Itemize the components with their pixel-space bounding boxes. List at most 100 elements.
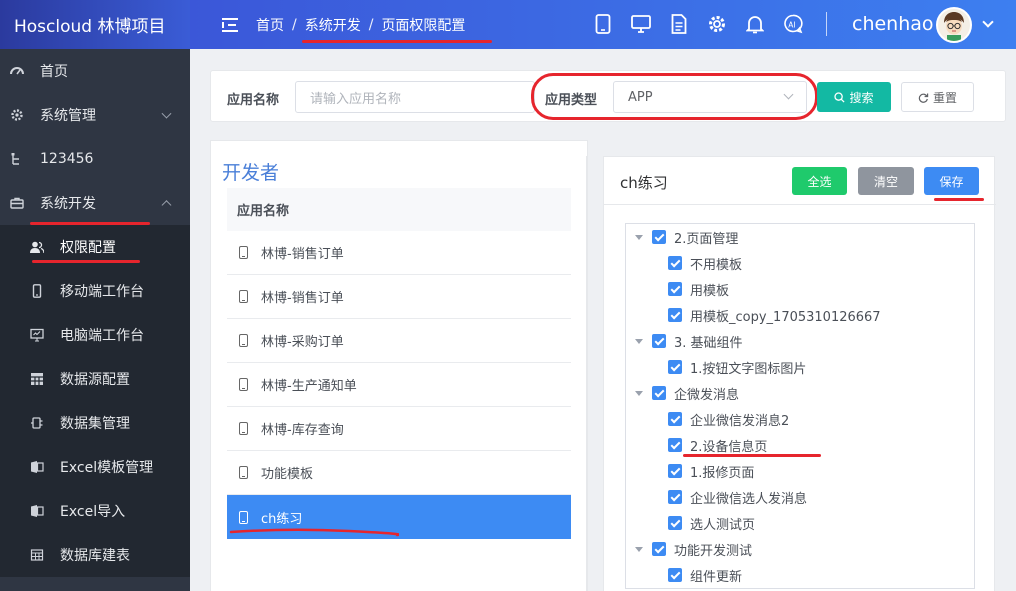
grid-icon [30, 372, 44, 386]
checkbox-checked[interactable] [668, 256, 682, 270]
document-icon[interactable] [668, 13, 690, 35]
avatar[interactable] [936, 7, 972, 43]
caret-down-icon[interactable] [635, 390, 643, 396]
sidebar-item-excel-import[interactable]: Excel导入 [0, 489, 190, 533]
ai-icon[interactable]: AI [782, 13, 804, 35]
sidebar-item-pc-workbench[interactable]: 电脑端工作台 [0, 313, 190, 357]
table-icon [30, 548, 44, 562]
panel-divider [586, 156, 587, 591]
tree-node[interactable]: 用模板 [668, 278, 729, 300]
sidebar-item-label: 数据库建表 [60, 548, 130, 564]
sidebar-item-label: 数据集管理 [60, 416, 130, 432]
checkbox-checked[interactable] [668, 568, 682, 582]
tree-node-label: 用模板_copy_1705310126667 [690, 309, 881, 325]
sidebar-item-home[interactable]: 首页 [0, 49, 190, 93]
annotation-underline [934, 198, 984, 201]
reset-button[interactable]: 重置 [901, 82, 974, 112]
app-name-input[interactable]: 请输入应用名称 [295, 81, 535, 113]
tree-node[interactable]: 1.报修页面 [668, 460, 754, 482]
app-name: ch练习 [261, 511, 303, 527]
sidebar-item-mobile-workbench[interactable]: 移动端工作台 [0, 269, 190, 313]
settings-icon[interactable] [706, 13, 728, 35]
table-row[interactable]: 林博-采购订单 [227, 319, 571, 363]
checkbox-checked[interactable] [668, 360, 682, 374]
tree-node[interactable]: 企业微信发消息2 [668, 408, 789, 430]
mobile-icon [239, 246, 248, 259]
checkbox-checked[interactable] [652, 542, 666, 556]
chevron-down-icon [161, 108, 172, 119]
monitor-icon[interactable] [630, 13, 652, 35]
table-row[interactable]: 林博-生产通知单 [227, 363, 571, 407]
tree-node[interactable]: 企业微信选人发消息 [668, 486, 807, 508]
checkbox-checked[interactable] [668, 490, 682, 504]
bell-icon[interactable] [744, 13, 766, 35]
tree-node[interactable]: 不用模板 [668, 252, 742, 274]
svg-text:AI: AI [788, 21, 795, 30]
tree-node-label: 企微发消息 [674, 387, 740, 403]
chevron-down-icon[interactable] [982, 16, 994, 28]
breadcrumb-home[interactable]: 首页 [256, 15, 284, 35]
checkbox-checked[interactable] [668, 412, 682, 426]
table-header: 应用名称 [227, 188, 571, 231]
username[interactable]: chenhao [852, 13, 934, 35]
dashboard-icon [10, 64, 24, 78]
mobile-icon [239, 290, 248, 303]
sidebar-item-system-development[interactable]: 系统开发 [0, 181, 190, 225]
checkbox-checked[interactable] [668, 308, 682, 322]
tree-node[interactable]: 用模板_copy_1705310126667 [668, 304, 881, 326]
table-row[interactable]: 林博-销售订单 [227, 275, 571, 319]
mobile-icon [239, 334, 248, 347]
sidebar-item-excel-template[interactable]: Excel模板管理 [0, 445, 190, 489]
checkbox-checked[interactable] [668, 438, 682, 452]
clear-button[interactable]: 清空 [858, 167, 914, 195]
mobile-icon [239, 510, 248, 524]
sidebar-item-label: Excel模板管理 [60, 460, 154, 476]
sidebar-item-dataset-management[interactable]: 数据集管理 [0, 401, 190, 445]
table-row[interactable]: 林博-销售订单 [227, 231, 571, 275]
tree-node[interactable]: 组件更新 [668, 564, 742, 586]
checkbox-checked[interactable] [668, 464, 682, 478]
checkbox-checked[interactable] [652, 334, 666, 348]
tree-node[interactable]: 功能开发测试 [635, 538, 752, 560]
select-all-button[interactable]: 全选 [792, 167, 847, 195]
caret-down-icon[interactable] [635, 234, 643, 240]
sidebar-item-system-management[interactable]: 系统管理 [0, 93, 190, 137]
caret-down-icon[interactable] [635, 338, 643, 344]
top-header: 首页 / 系统开发 / 页面权限配置 AI chenhao [190, 0, 1016, 49]
checkbox-checked[interactable] [652, 230, 666, 244]
tablet-icon[interactable] [592, 13, 614, 35]
save-button[interactable]: 保存 [924, 167, 979, 195]
table-row[interactable]: 林博-库存查询 [227, 407, 571, 451]
sidebar-item-label: 电脑端工作台 [60, 328, 144, 344]
checkbox-checked[interactable] [668, 516, 682, 530]
mobile-icon [30, 284, 44, 298]
tree-node[interactable]: 2.页面管理 [635, 226, 738, 248]
developer-panel: 开发者 应用名称 林博-销售订单 林博-销售订单 林博-采购订单 林博-生产通知… [210, 140, 588, 591]
checkbox-checked[interactable] [652, 386, 666, 400]
sidebar-item-datasource-config[interactable]: 数据源配置 [0, 357, 190, 401]
menu-toggle-icon[interactable] [222, 17, 240, 32]
app-name: 林博-销售订单 [261, 291, 344, 306]
checkbox-checked[interactable] [668, 282, 682, 296]
mobile-icon [239, 422, 248, 435]
annotation-underline [683, 454, 821, 457]
tree-node[interactable]: 选人测试页 [668, 512, 755, 534]
search-button[interactable]: 搜索 [817, 82, 891, 112]
app-name: 林博-采购订单 [261, 335, 344, 350]
sidebar-item-label: 首页 [40, 64, 68, 80]
caret-down-icon[interactable] [635, 546, 643, 552]
tree-node-label: 企业微信选人发消息 [690, 491, 808, 507]
search-icon [834, 91, 846, 103]
breadcrumb-system-development[interactable]: 系统开发 [305, 15, 361, 35]
tree-node[interactable]: 1.按钮文字图标图片 [668, 356, 806, 378]
sidebar-item-db-table[interactable]: 数据库建表 [0, 533, 190, 577]
tree-node[interactable]: 企微发消息 [635, 382, 739, 404]
table-row[interactable]: 功能模板 [227, 451, 571, 495]
tree-node-label: 1.按钮文字图标图片 [690, 361, 807, 377]
tree-node[interactable]: 3. 基础组件 [635, 330, 743, 352]
panel-header: ch练习 全选 清空 保存 [604, 157, 996, 205]
tree-node[interactable]: 2.设备信息页 [668, 434, 767, 456]
sidebar-item-123456[interactable]: 123456 [0, 137, 190, 181]
sidebar-item-label: 移动端工作台 [60, 284, 144, 300]
dataset-icon [30, 416, 44, 430]
